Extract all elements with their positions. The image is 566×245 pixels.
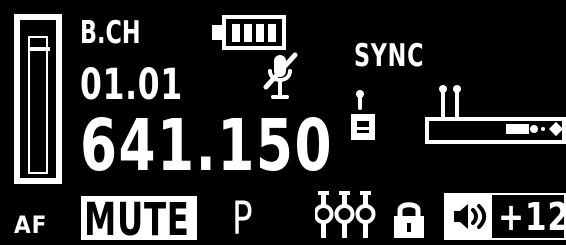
mic-muted-icon xyxy=(262,52,302,104)
af-label: AF xyxy=(14,211,48,239)
preset-label: P xyxy=(232,192,253,245)
volume-box: +12 xyxy=(444,193,566,240)
equalizer-icon xyxy=(313,190,377,240)
lock-icon xyxy=(390,200,428,240)
sync-label: SYNC xyxy=(354,38,425,74)
af-meter-peak-marker xyxy=(30,47,50,51)
af-meter-fill xyxy=(30,54,46,172)
speaker-icon xyxy=(446,195,492,238)
mute-status-label: MUTE xyxy=(81,196,197,240)
af-meter xyxy=(14,14,62,184)
mode-label: B.CH xyxy=(80,15,141,51)
bodypack-transmitter-icon xyxy=(349,90,379,146)
volume-value: +12 xyxy=(498,195,566,239)
frequency-display: 641.150 xyxy=(80,104,334,187)
receiver-icon xyxy=(422,83,566,145)
group-channel-display: 01.01 xyxy=(80,60,183,110)
battery-icon xyxy=(212,15,286,50)
af-meter-inner xyxy=(28,36,48,174)
